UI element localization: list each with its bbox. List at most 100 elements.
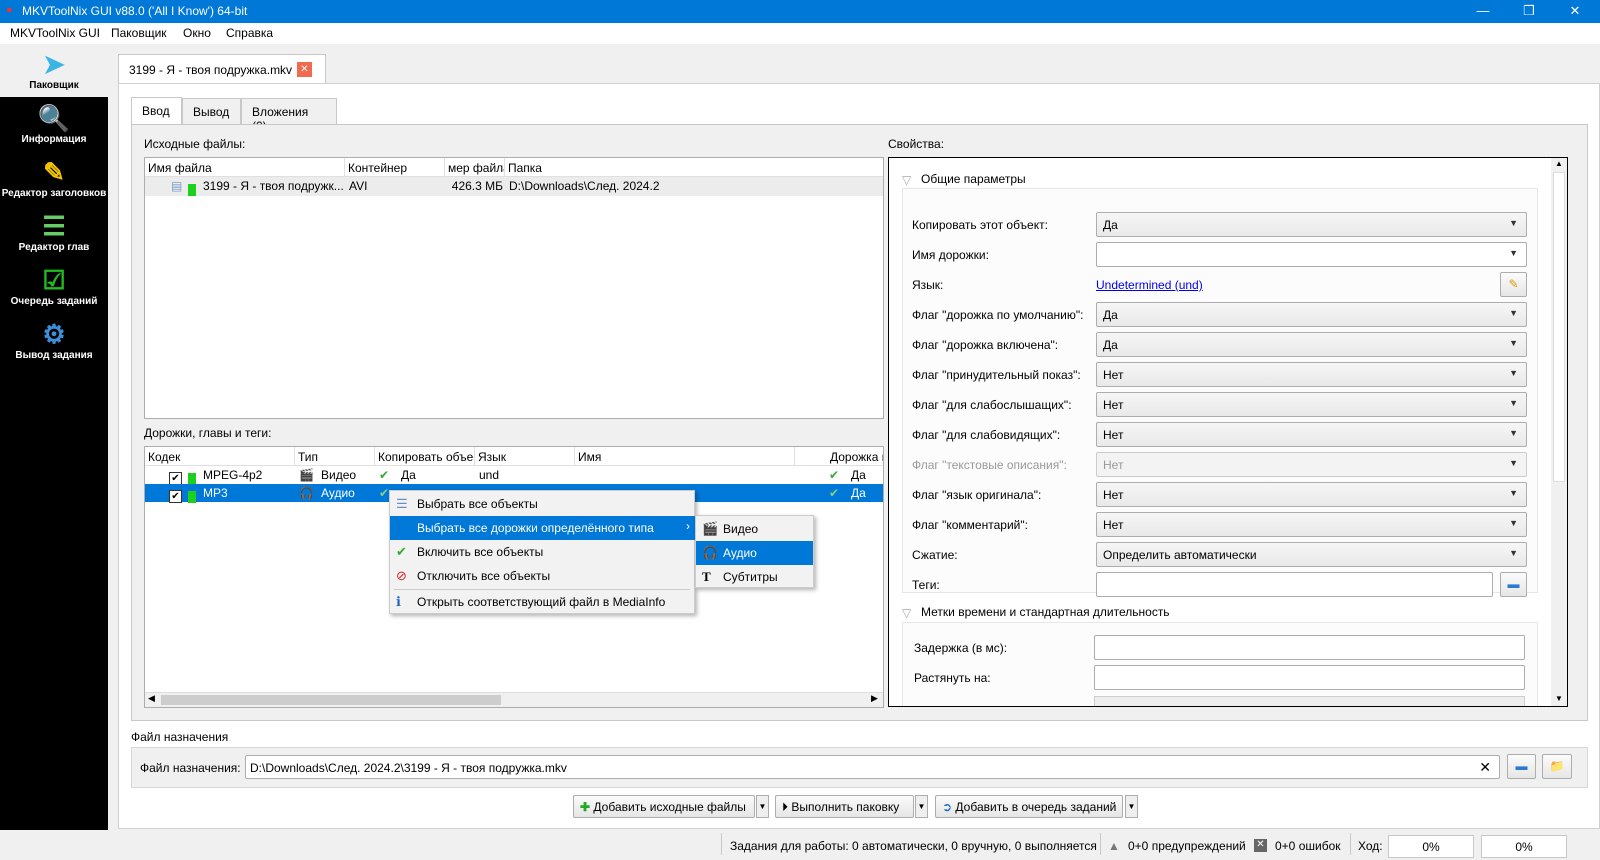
property-combo[interactable]: Да ▼ <box>1096 332 1527 357</box>
column-header[interactable]: Папка <box>505 158 883 177</box>
stretch-input[interactable] <box>1094 665 1525 690</box>
close-button[interactable]: ✕ <box>1552 0 1598 23</box>
tab-input[interactable]: Ввод <box>131 97 182 125</box>
source-files-table[interactable]: Имя файла Контейнер мер файла Папка ▤ 31… <box>144 157 884 419</box>
combo-value: Да <box>1103 218 1118 232</box>
job-output-icon: ⚙ <box>42 319 66 349</box>
sidebar-item-job-queue[interactable]: ☑ Очередь заданий <box>0 260 108 313</box>
menu-item-select-by-type[interactable]: Выбрать все дорожки определённого типа › <box>390 516 696 540</box>
column-header[interactable]: Язык <box>475 447 575 466</box>
track-id: 1 <box>795 484 883 500</box>
column-header[interactable]: Тип <box>295 447 375 466</box>
chevron-down-icon: ▼ <box>1509 338 1518 348</box>
collapse-triangle-icon[interactable]: ▽ <box>902 606 911 620</box>
close-tab-icon[interactable]: ✕ <box>297 62 312 77</box>
property-combo[interactable]: ▼ <box>1096 242 1527 267</box>
menu-item-label: Выбрать все объекты <box>417 497 538 511</box>
browse-tags-button[interactable]: ▬ <box>1500 572 1527 597</box>
sidebar-item-multiplexer[interactable]: ➤ Паковщик <box>0 44 108 97</box>
menu-item-disable-all[interactable]: ⊘ Отключить все объекты <box>390 564 696 588</box>
chevron-down-icon: ▼ <box>1509 398 1518 408</box>
queue-dropdown[interactable]: ▼ <box>1125 795 1138 818</box>
submenu-item-subtitles[interactable]: T Субтитры <box>696 565 813 589</box>
property-combo[interactable]: Нет ▼ <box>1096 422 1527 447</box>
menu-mkvtoolnix[interactable]: MKVToolNix GUI <box>10 26 100 40</box>
track-codec: MPEG-4p2 <box>203 468 263 482</box>
collapse-triangle-icon[interactable]: ▽ <box>902 173 911 187</box>
vertical-scrollbar[interactable]: ▲ ▼ <box>1551 158 1567 706</box>
start-multiplexing-button[interactable]: ⏵ Выполнить паковку <box>775 795 914 818</box>
column-header[interactable]: мер файла <box>445 158 505 177</box>
destination-input[interactable]: D:\Downloads\След. 2024.2\3199 - Я - тво… <box>245 755 1500 779</box>
horizontal-scrollbar[interactable]: ◀ ▶ <box>145 692 883 707</box>
language-link[interactable]: Undetermined (und) <box>1096 278 1203 292</box>
tags-input[interactable] <box>1096 572 1493 597</box>
property-combo[interactable]: Да ▼ <box>1096 212 1527 237</box>
track-checkbox[interactable]: ✔ <box>169 490 182 503</box>
menu-multiplexer[interactable]: Паковщик <box>111 26 167 40</box>
menu-help[interactable]: Справка <box>226 26 273 40</box>
sidebar-item-header-editor[interactable]: ✎ Редактор заголовков <box>0 152 108 205</box>
column-header[interactable]: Кодек <box>145 447 295 466</box>
table-row[interactable]: ✔ MPEG-4p2 🎬 Видео ✔ Да und 0 ✔ Да <box>145 466 883 485</box>
check-icon: ✔ <box>829 468 840 482</box>
file-name: 3199 - Я - твоя подружк... <box>203 179 344 193</box>
fps-combo-partial[interactable] <box>1094 696 1525 706</box>
column-header[interactable]: Имя файла <box>145 158 345 177</box>
file-size: 426.3 МБ <box>451 179 503 193</box>
property-label: Флаг "текстовые описания": <box>912 458 1067 472</box>
video-icon: 🎬 <box>299 468 314 482</box>
window-title: MKVToolNix GUI v88.0 ('All I Know') 64-b… <box>22 4 248 18</box>
check-icon: ✔ <box>829 486 840 500</box>
clear-icon[interactable]: ✕ <box>1479 759 1491 776</box>
minimize-button[interactable]: — <box>1460 0 1506 23</box>
menu-window[interactable]: Окно <box>183 26 211 40</box>
sidebar-item-chapter-editor[interactable]: ☰ Редактор глав <box>0 206 108 259</box>
column-header[interactable]: Контейнер <box>345 158 445 177</box>
property-combo[interactable]: Нет ▼ <box>1096 512 1527 537</box>
plus-icon: ✚ <box>580 800 591 814</box>
submenu-item-audio[interactable]: 🎧 Аудио <box>696 541 813 565</box>
document-tab[interactable]: 3199 - Я - твоя подружка.mkv ✕ <box>118 54 326 84</box>
table-row[interactable]: ▤ 3199 - Я - твоя подружк... AVI 426.3 М… <box>145 177 883 196</box>
add-source-dropdown[interactable]: ▼ <box>756 795 769 818</box>
menu-item-select-all[interactable]: ☰ Выбрать все объекты <box>390 492 696 516</box>
property-combo[interactable]: Нет ▼ <box>1096 362 1527 387</box>
add-source-files-button[interactable]: ✚ Добавить исходные файлы <box>573 795 755 818</box>
menu-item-enable-all[interactable]: ✔ Включить все объекты <box>390 540 696 564</box>
track-default: Да <box>851 486 866 500</box>
menu-item-mediainfo[interactable]: ℹ Открыть соответствующий файл в MediaInf… <box>390 590 696 614</box>
maximize-button[interactable]: ❐ <box>1506 0 1552 23</box>
tab-attachments[interactable]: Вложения (0) <box>241 98 337 133</box>
destination-section-label: Файл назначения <box>131 730 229 744</box>
property-combo[interactable]: Нет ▼ <box>1096 392 1527 417</box>
save-as-button[interactable]: ▬ <box>1507 754 1536 779</box>
sidebar-item-info[interactable]: 🔍 Информация <box>0 98 108 151</box>
column-header[interactable]: Имя <box>575 447 795 466</box>
sidebar: ➤ Паковщик 🔍 Информация ✎ Редактор заголовк… <box>0 44 108 830</box>
add-to-queue-button[interactable]: ➲ Добавить в очередь заданий <box>935 795 1123 818</box>
column-header[interactable]: Копировать объе <box>375 447 475 466</box>
scrollbar-thumb[interactable] <box>1553 172 1565 482</box>
text-icon: T <box>702 569 711 584</box>
scrollbar-thumb[interactable] <box>161 695 501 705</box>
check-icon: ✔ <box>379 468 390 482</box>
edit-language-button[interactable]: ✎ <box>1500 272 1527 297</box>
sidebar-item-job-output[interactable]: ⚙ Вывод задания <box>0 314 108 367</box>
property-combo[interactable]: Да ▼ <box>1096 302 1527 327</box>
multiplex-dropdown[interactable]: ▼ <box>915 795 928 818</box>
tab-output[interactable]: Вывод <box>182 98 241 125</box>
track-type: Видео <box>321 468 357 482</box>
status-separator <box>721 833 722 855</box>
open-folder-button[interactable]: 📁 <box>1542 754 1572 779</box>
delay-input[interactable] <box>1094 635 1525 660</box>
property-combo[interactable]: Нет ▼ <box>1096 482 1527 507</box>
group-timestamps-title: Метки времени и стандартная длительность <box>921 605 1170 619</box>
property-combo[interactable]: Определить автоматически ▼ <box>1096 542 1527 567</box>
error-icon[interactable]: ✕ <box>1254 839 1267 852</box>
column-header[interactable]: Дорожка п <box>827 447 883 466</box>
chevron-down-icon: ▼ <box>1509 548 1518 558</box>
submenu-item-video[interactable]: 🎬 Видео <box>696 517 813 541</box>
list-icon: ☰ <box>396 496 408 511</box>
warning-icon[interactable]: ▲ <box>1108 839 1120 853</box>
